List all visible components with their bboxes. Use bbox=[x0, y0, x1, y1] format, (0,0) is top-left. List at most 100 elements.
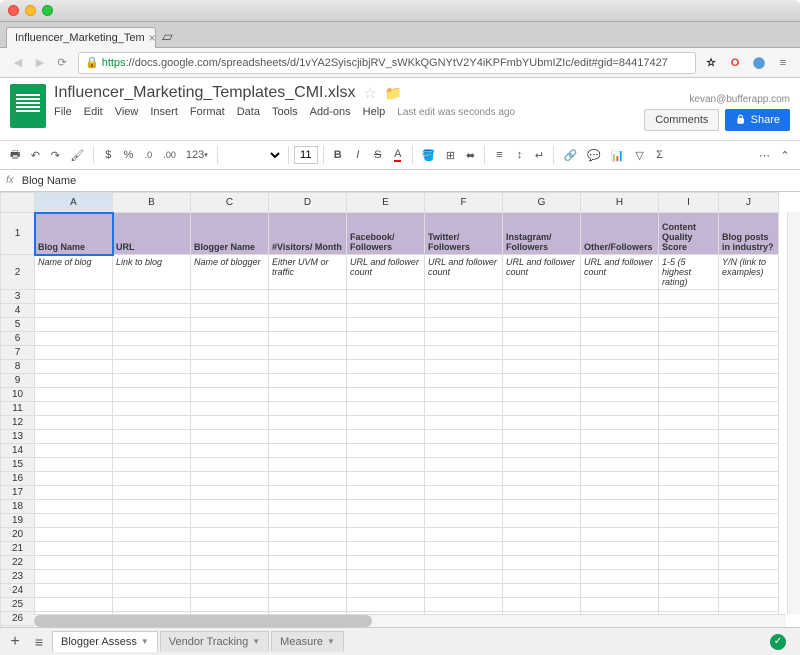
cell-E3[interactable] bbox=[347, 290, 425, 304]
menu-help[interactable]: Help bbox=[363, 106, 386, 118]
cell-C23[interactable] bbox=[191, 570, 269, 584]
row-header-21[interactable]: 21 bbox=[1, 542, 35, 556]
row-header-25[interactable]: 25 bbox=[1, 598, 35, 612]
cell-A4[interactable] bbox=[35, 304, 113, 318]
cell-G12[interactable] bbox=[503, 416, 581, 430]
cell-I1[interactable]: Content Quality Score bbox=[659, 213, 719, 255]
bookmark-icon[interactable]: ☆ bbox=[702, 54, 720, 72]
cell-C2[interactable]: Name of blogger bbox=[191, 255, 269, 290]
undo-icon[interactable]: ↶ bbox=[26, 146, 44, 165]
cell-D2[interactable]: Either UVM or traffic bbox=[269, 255, 347, 290]
cell-A14[interactable] bbox=[35, 444, 113, 458]
cell-C14[interactable] bbox=[191, 444, 269, 458]
cell-C1[interactable]: Blogger Name bbox=[191, 213, 269, 255]
cell-B6[interactable] bbox=[113, 332, 191, 346]
cell-G6[interactable] bbox=[503, 332, 581, 346]
cell-I12[interactable] bbox=[659, 416, 719, 430]
cell-A3[interactable] bbox=[35, 290, 113, 304]
cell-J2[interactable]: Y/N (link to examples) bbox=[719, 255, 779, 290]
cell-E11[interactable] bbox=[347, 402, 425, 416]
cell-A9[interactable] bbox=[35, 374, 113, 388]
wrap-icon[interactable]: ↵ bbox=[530, 146, 548, 165]
cell-B4[interactable] bbox=[113, 304, 191, 318]
cell-G23[interactable] bbox=[503, 570, 581, 584]
sheet-tab-measure[interactable]: Measure▼ bbox=[271, 631, 344, 652]
cell-G24[interactable] bbox=[503, 584, 581, 598]
cell-I2[interactable]: 1-5 (5 highest rating) bbox=[659, 255, 719, 290]
cell-A13[interactable] bbox=[35, 430, 113, 444]
cell-A16[interactable] bbox=[35, 472, 113, 486]
cell-B23[interactable] bbox=[113, 570, 191, 584]
extension-icon[interactable]: ⬤ bbox=[750, 54, 768, 72]
cell-E19[interactable] bbox=[347, 514, 425, 528]
strike-button[interactable]: S bbox=[369, 146, 387, 164]
cell-H6[interactable] bbox=[581, 332, 659, 346]
cell-D7[interactable] bbox=[269, 346, 347, 360]
menu-edit[interactable]: Edit bbox=[84, 106, 103, 118]
cell-A21[interactable] bbox=[35, 542, 113, 556]
cell-A20[interactable] bbox=[35, 528, 113, 542]
cell-E22[interactable] bbox=[347, 556, 425, 570]
cell-I6[interactable] bbox=[659, 332, 719, 346]
cell-E15[interactable] bbox=[347, 458, 425, 472]
cell-H22[interactable] bbox=[581, 556, 659, 570]
cell-H1[interactable]: Other/Followers bbox=[581, 213, 659, 255]
sheet-tab-blogger-assess[interactable]: Blogger Assess▼ bbox=[52, 631, 158, 652]
share-button[interactable]: Share bbox=[725, 109, 790, 131]
cell-G14[interactable] bbox=[503, 444, 581, 458]
cell-H13[interactable] bbox=[581, 430, 659, 444]
cell-F21[interactable] bbox=[425, 542, 503, 556]
cell-D8[interactable] bbox=[269, 360, 347, 374]
fill-color-icon[interactable]: 🪣 bbox=[418, 146, 440, 165]
cell-D3[interactable] bbox=[269, 290, 347, 304]
cell-G18[interactable] bbox=[503, 500, 581, 514]
cell-A5[interactable] bbox=[35, 318, 113, 332]
cell-I9[interactable] bbox=[659, 374, 719, 388]
cell-D13[interactable] bbox=[269, 430, 347, 444]
cell-I22[interactable] bbox=[659, 556, 719, 570]
cell-B18[interactable] bbox=[113, 500, 191, 514]
cell-D22[interactable] bbox=[269, 556, 347, 570]
add-sheet-button[interactable]: + bbox=[4, 631, 26, 653]
cell-B10[interactable] bbox=[113, 388, 191, 402]
cell-F18[interactable] bbox=[425, 500, 503, 514]
cell-H25[interactable] bbox=[581, 598, 659, 612]
cell-A2[interactable]: Name of blog bbox=[35, 255, 113, 290]
toolbar-more-icon[interactable]: ⋯ bbox=[755, 146, 774, 165]
cell-J10[interactable] bbox=[719, 388, 779, 402]
browser-menu-icon[interactable]: ≡ bbox=[774, 54, 792, 72]
cell-I24[interactable] bbox=[659, 584, 719, 598]
cell-D4[interactable] bbox=[269, 304, 347, 318]
row-header-20[interactable]: 20 bbox=[1, 528, 35, 542]
cell-F23[interactable] bbox=[425, 570, 503, 584]
cell-B19[interactable] bbox=[113, 514, 191, 528]
cell-F2[interactable]: URL and follower count bbox=[425, 255, 503, 290]
cell-J3[interactable] bbox=[719, 290, 779, 304]
cell-F13[interactable] bbox=[425, 430, 503, 444]
star-icon[interactable]: ☆ bbox=[363, 84, 376, 102]
cell-C17[interactable] bbox=[191, 486, 269, 500]
collapse-up-icon[interactable]: ⌃ bbox=[776, 146, 794, 165]
cell-C10[interactable] bbox=[191, 388, 269, 402]
cell-D16[interactable] bbox=[269, 472, 347, 486]
text-color-button[interactable]: A bbox=[389, 145, 407, 165]
cell-J18[interactable] bbox=[719, 500, 779, 514]
cell-I8[interactable] bbox=[659, 360, 719, 374]
cell-F15[interactable] bbox=[425, 458, 503, 472]
cell-H24[interactable] bbox=[581, 584, 659, 598]
cell-G16[interactable] bbox=[503, 472, 581, 486]
cell-B15[interactable] bbox=[113, 458, 191, 472]
cell-G21[interactable] bbox=[503, 542, 581, 556]
cell-B24[interactable] bbox=[113, 584, 191, 598]
cell-C8[interactable] bbox=[191, 360, 269, 374]
cell-J23[interactable] bbox=[719, 570, 779, 584]
print-icon[interactable]: 🖶 bbox=[6, 143, 24, 168]
cell-C16[interactable] bbox=[191, 472, 269, 486]
cell-J24[interactable] bbox=[719, 584, 779, 598]
font-family-select[interactable] bbox=[223, 146, 283, 164]
bold-button[interactable]: B bbox=[329, 146, 347, 164]
cell-J8[interactable] bbox=[719, 360, 779, 374]
window-minimize-button[interactable] bbox=[25, 5, 36, 16]
cell-I5[interactable] bbox=[659, 318, 719, 332]
cell-F19[interactable] bbox=[425, 514, 503, 528]
